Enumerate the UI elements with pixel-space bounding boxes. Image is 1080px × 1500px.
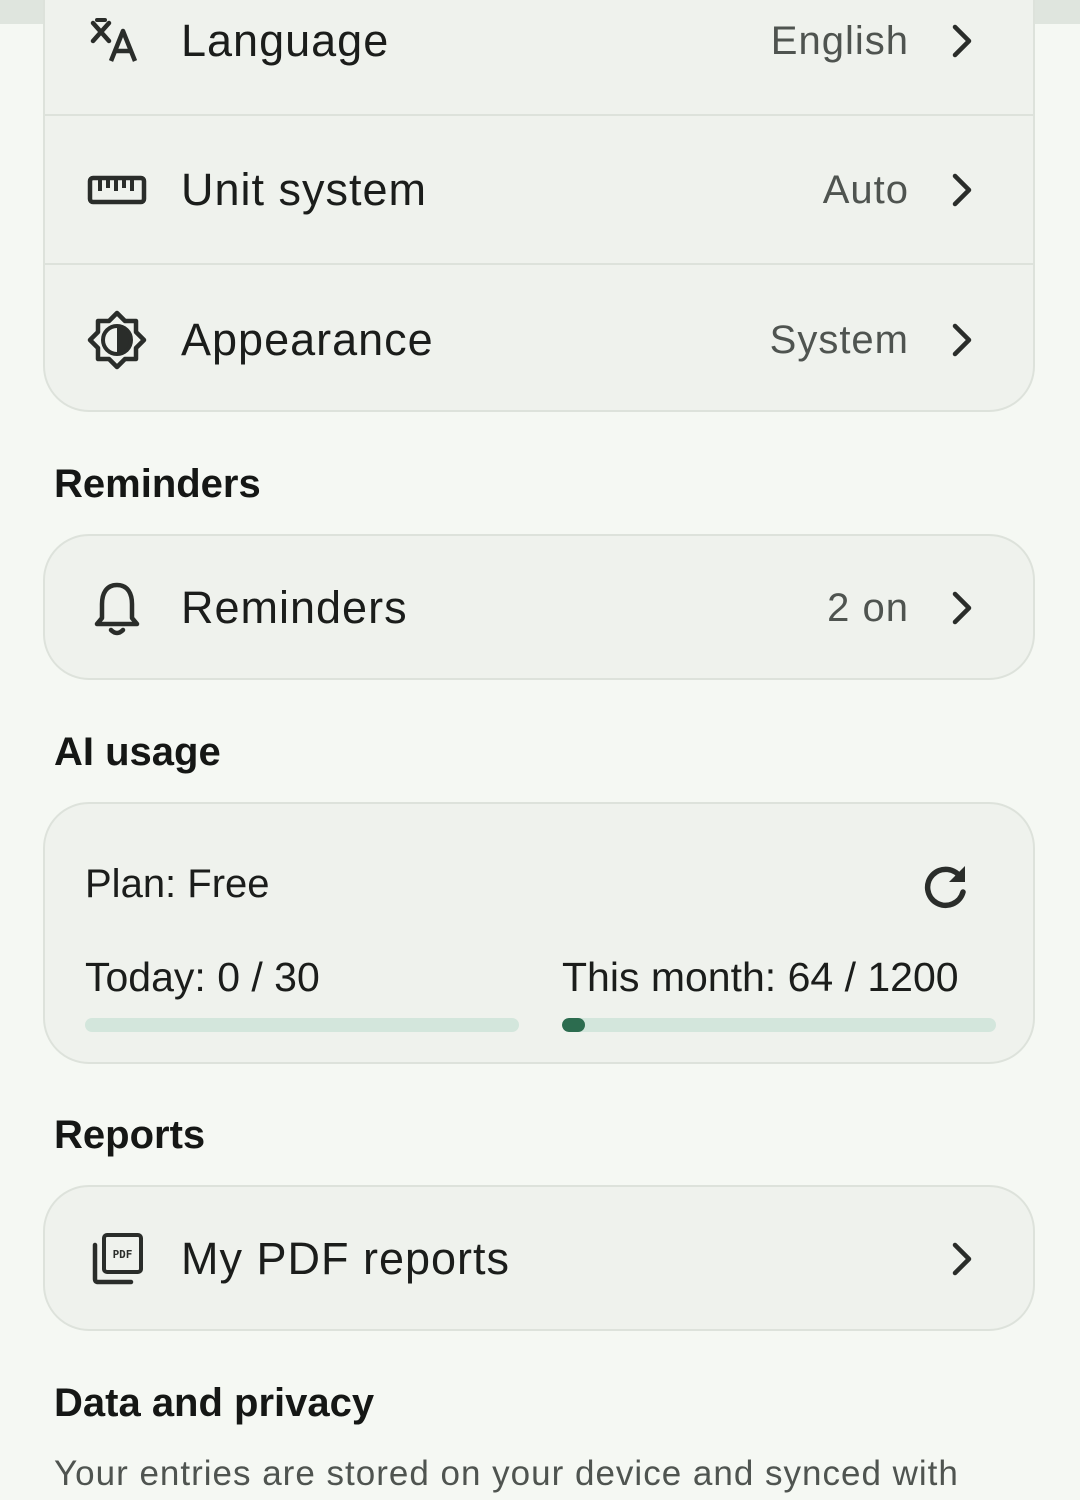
today-usage: Today: 0 / 30 <box>85 954 320 1000</box>
reminders-card: Reminders 2 on <box>43 534 1035 680</box>
reports-card: PDF My PDF reports <box>43 1185 1035 1331</box>
refresh-icon[interactable] <box>917 860 973 916</box>
language-value: English <box>770 18 909 63</box>
ruler-icon <box>87 160 147 220</box>
chevron-right-icon <box>947 588 977 628</box>
today-progress-bar <box>85 1018 519 1032</box>
chevron-right-icon <box>947 1239 977 1279</box>
settings-row-appearance[interactable]: Appearance System <box>45 266 1033 414</box>
bell-icon <box>87 578 147 638</box>
reminders-value: 2 on <box>827 585 909 630</box>
unit-system-value: Auto <box>822 167 909 212</box>
pdf-icon: PDF <box>87 1229 147 1289</box>
ai-usage-card: Plan: Free Today: 0 / 30 This month: 64 … <box>43 802 1035 1064</box>
chevron-right-icon <box>947 21 977 61</box>
pdf-reports-label: My PDF reports <box>181 1233 511 1284</box>
privacy-description: Your entries are stored on your device a… <box>54 1454 959 1493</box>
settings-row-language[interactable]: Language English <box>45 0 1033 115</box>
month-progress-bar <box>562 1018 996 1032</box>
section-title-reports: Reports <box>54 1113 206 1157</box>
reminders-label: Reminders <box>181 582 408 633</box>
month-usage: This month: 64 / 1200 <box>562 954 959 1000</box>
appearance-value: System <box>769 317 909 362</box>
section-title-reminders: Reminders <box>54 462 261 506</box>
settings-row-unit-system[interactable]: Unit system Auto <box>45 116 1033 264</box>
month-progress-fill <box>562 1018 585 1032</box>
settings-row-pdf-reports[interactable]: PDF My PDF reports <box>45 1185 1033 1333</box>
unit-system-label: Unit system <box>181 164 428 215</box>
language-label: Language <box>181 15 390 66</box>
section-title-data-privacy: Data and privacy <box>54 1381 375 1425</box>
divider <box>45 263 1033 265</box>
appearance-label: Appearance <box>181 314 434 365</box>
translate-icon <box>87 11 147 71</box>
general-settings-card: Language English Unit system Auto Appear… <box>43 0 1035 412</box>
svg-text:PDF: PDF <box>113 1248 133 1261</box>
chevron-right-icon <box>947 320 977 360</box>
settings-row-reminders[interactable]: Reminders 2 on <box>45 534 1033 682</box>
section-title-ai-usage: AI usage <box>54 730 221 774</box>
brightness-icon <box>87 310 147 370</box>
plan-label: Plan: Free <box>85 862 270 906</box>
chevron-right-icon <box>947 170 977 210</box>
